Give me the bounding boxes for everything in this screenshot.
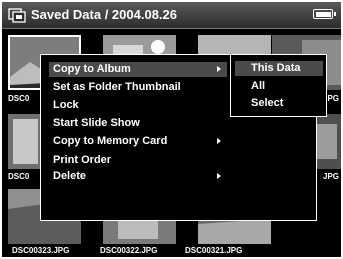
submenu-item-this-data[interactable]: This Data (235, 61, 323, 76)
thumbnail-filename: DSC0 (8, 94, 30, 103)
submenu-item-label: This Data (251, 62, 301, 74)
submenu-item-all[interactable]: All (235, 79, 323, 94)
menu-item-copy-to-album[interactable]: Copy to Album (49, 62, 227, 77)
menu-item-copy-to-memory-card[interactable]: Copy to Memory Card (49, 134, 227, 149)
chevron-right-icon (217, 66, 221, 72)
menu-item-label: Copy to Album (53, 63, 131, 75)
menu-item-label: Lock (53, 99, 79, 111)
copy-to-album-submenu: This Data All Select (230, 54, 327, 117)
submenu-item-label: Select (251, 97, 284, 109)
menu-item-start-slide-show[interactable]: Start Slide Show (49, 116, 227, 131)
viewer-screen: Saved Data / 2004.08.26 DSC0 JPG DSC0 JP… (2, 2, 341, 257)
thumbnail-filename: DSC00321.JPG (185, 246, 243, 255)
menu-item-print-order[interactable]: Print Order (49, 153, 227, 168)
menu-item-label: Copy to Memory Card (53, 135, 168, 147)
chevron-right-icon (217, 138, 221, 144)
menu-item-label: Start Slide Show (53, 117, 140, 129)
chevron-right-icon (217, 173, 221, 179)
page-title: Saved Data / 2004.08.26 (31, 7, 177, 22)
battery-icon (313, 9, 336, 19)
thumbnail-filename: DSC00322.JPG (100, 246, 158, 255)
title-bar: Saved Data / 2004.08.26 (2, 2, 341, 29)
folder-icon (8, 8, 26, 23)
menu-item-delete[interactable]: Delete (49, 169, 227, 184)
thumbnail-filename: DSC00323.JPG (12, 246, 70, 255)
submenu-item-label: All (251, 80, 266, 92)
menu-item-lock[interactable]: Lock (49, 98, 227, 113)
menu-item-label: Delete (53, 170, 87, 182)
submenu-item-select[interactable]: Select (235, 96, 323, 111)
menu-item-label: Set as Folder Thumbnail (53, 81, 181, 93)
thumbnail-filename: JPG (323, 172, 340, 181)
menu-item-label: Print Order (53, 154, 112, 166)
thumbnail-filename: DSC0 (8, 172, 30, 181)
menu-item-set-folder-thumbnail[interactable]: Set as Folder Thumbnail (49, 80, 227, 95)
